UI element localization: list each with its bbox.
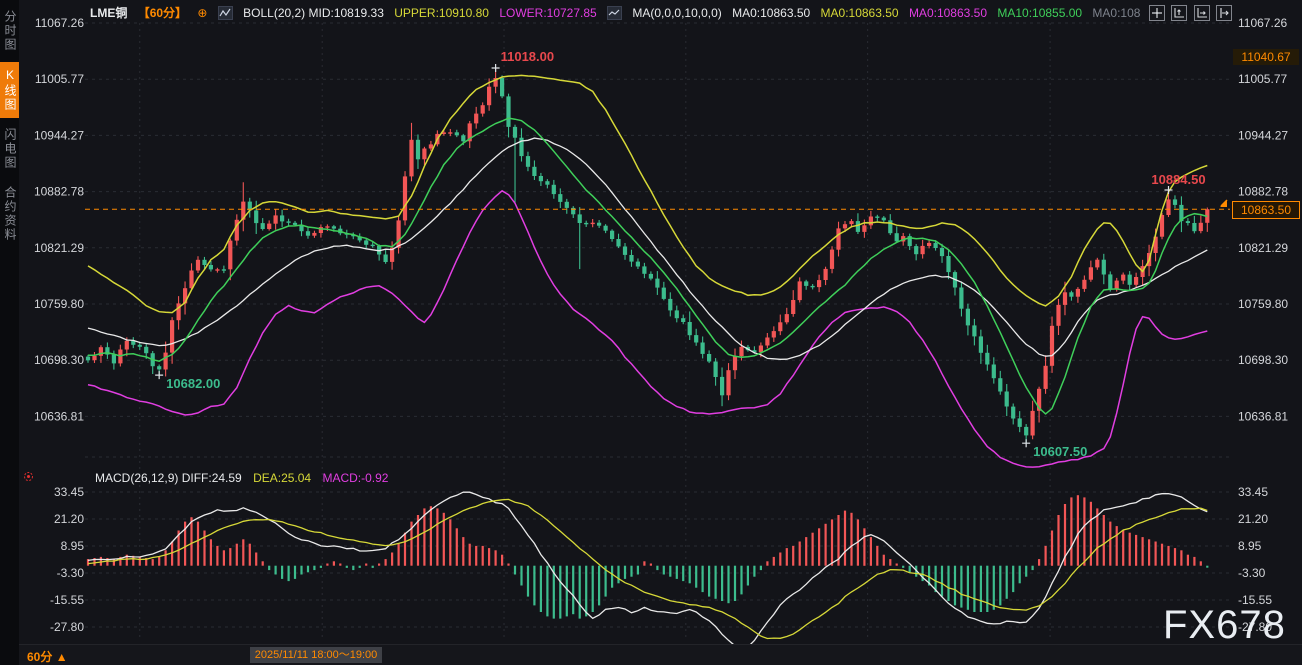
ma-params: MA(0,0,0,10,0,0) [632, 6, 721, 20]
sidebar-tab-contract-info[interactable]: 合约资料 [0, 180, 19, 248]
ma-value-5: MA0:108 [1092, 6, 1140, 20]
axis-tick-label: 10944.27 [1238, 128, 1288, 142]
sidebar-tab-time-chart[interactable]: 分时图 [0, 4, 19, 58]
time-axis-bar: 60分 ▲ 2025/11/11 18:00～19:00 二 [0, 644, 1302, 665]
axis-tick-label: 21.20 [54, 512, 84, 526]
axis-tick-label: 33.45 [54, 485, 84, 499]
axis-tick-label: 21.20 [1238, 512, 1268, 526]
zoom-y-axis-icon[interactable] [1171, 5, 1187, 21]
instrument-name: LME铜 [90, 6, 127, 20]
trading-terminal: 11018.0010682.0010884.5010607.5011067.26… [0, 0, 1302, 665]
settings-icon[interactable]: ⊕ [197, 6, 207, 20]
ma-indicator-icon[interactable] [607, 6, 622, 20]
boll-upper-value: UPPER:10910.80 [394, 6, 489, 20]
axis-tick-label: 8.95 [1238, 539, 1262, 553]
boll-mid-value: BOLL(20,2) MID:10819.33 [243, 6, 384, 20]
axis-tick-label: 10882.78 [34, 185, 84, 199]
session-high-marker: 11040.67 [1233, 49, 1299, 65]
macd-lines [88, 492, 1207, 650]
crosshair-icon[interactable] [1149, 5, 1165, 21]
extreme-price-label: 10884.50 [1151, 172, 1205, 187]
axis-tick-label: 10636.81 [1238, 409, 1288, 423]
selected-candle-time: 2025/11/11 18:00～19:00 二 [250, 647, 382, 663]
axis-tick-label: 10698.30 [1238, 353, 1288, 367]
pan-x-axis-icon[interactable] [1194, 5, 1210, 21]
axis-tick-label: 10636.81 [34, 409, 84, 423]
extreme-price-label: 10607.50 [1033, 444, 1087, 459]
axis-tick-label: -3.30 [57, 566, 85, 580]
overlay-lines [88, 75, 1207, 467]
period-status[interactable]: 60分 ▲ [27, 648, 68, 665]
axis-tick-label: 8.95 [61, 539, 85, 553]
macd-indicator-icon[interactable] [22, 470, 35, 488]
axis-tick-label: 11005.77 [1238, 72, 1287, 86]
axis-labels: 11067.26 11067.26 11005.77 11005.77 10944.27… [34, 16, 1288, 662]
extreme-price-label: 11018.00 [501, 49, 555, 64]
chart-canvas[interactable]: 11018.0010682.0010884.5010607.5011067.26… [0, 0, 1302, 665]
macd-header: MACD(26,12,9) DIFF:24.59 DEA:25.04 MACD:… [95, 471, 396, 485]
boll-indicator-icon[interactable] [218, 6, 233, 20]
sidebar-tab-kline-chart[interactable]: K线图 [0, 62, 19, 118]
axis-tick-label: 10821.29 [1238, 241, 1288, 255]
macd-hist-value: MACD:-0.92 [322, 471, 388, 485]
indicator-header: LME铜 【60分】 ⊕ BOLL(20,2) MID:10819.33 UPP… [90, 4, 1147, 20]
axis-tick-label: 10759.80 [1238, 297, 1288, 311]
chart-toolbar [1147, 4, 1232, 22]
axis-tick-label: 10821.29 [34, 241, 84, 255]
boll-lower-value: LOWER:10727.85 [499, 6, 596, 20]
ma10-value: MA10:10855.00 [997, 6, 1082, 20]
axis-tick-label: 10698.30 [34, 353, 84, 367]
ma-value-3: MA0:10863.50 [909, 6, 987, 20]
macd-dea-value: DEA:25.04 [253, 471, 311, 485]
ma-value-1: MA0:10863.50 [732, 6, 810, 20]
go-to-latest-icon[interactable] [1216, 5, 1232, 21]
period-selector[interactable]: 【60分】 [138, 6, 187, 20]
ma-value-2: MA0:10863.50 [821, 6, 899, 20]
axis-tick-label: 10759.80 [34, 297, 84, 311]
up-triangle-icon: ▲ [56, 650, 68, 664]
chart-type-sidebar: 分时图 K线图 闪电图 合约资料 [0, 0, 19, 665]
axis-tick-label: 11067.26 [1238, 16, 1287, 30]
current-price-marker: 10863.50 [1232, 201, 1300, 219]
sidebar-tab-lightning-chart[interactable]: 闪电图 [0, 122, 19, 176]
axis-tick-label: -15.55 [50, 593, 84, 607]
axis-tick-label: 11005.77 [35, 72, 84, 86]
fx678-watermark: FX678 [1163, 603, 1286, 648]
axis-tick-label: -3.30 [1238, 566, 1266, 580]
extreme-price-label: 10682.00 [166, 376, 220, 391]
axis-tick-label: 10882.78 [1238, 185, 1288, 199]
axis-tick-label: 11067.26 [35, 16, 84, 30]
axis-tick-label: 33.45 [1238, 485, 1268, 499]
axis-tick-label: -27.80 [50, 620, 84, 634]
macd-diff-value: MACD(26,12,9) DIFF:24.59 [95, 471, 242, 485]
price-up-arrow-icon [1218, 195, 1230, 213]
price-annotations: 11018.00 10682.00 10884.50 10607.50 [155, 49, 1205, 459]
axis-tick-label: 10944.27 [34, 128, 84, 142]
